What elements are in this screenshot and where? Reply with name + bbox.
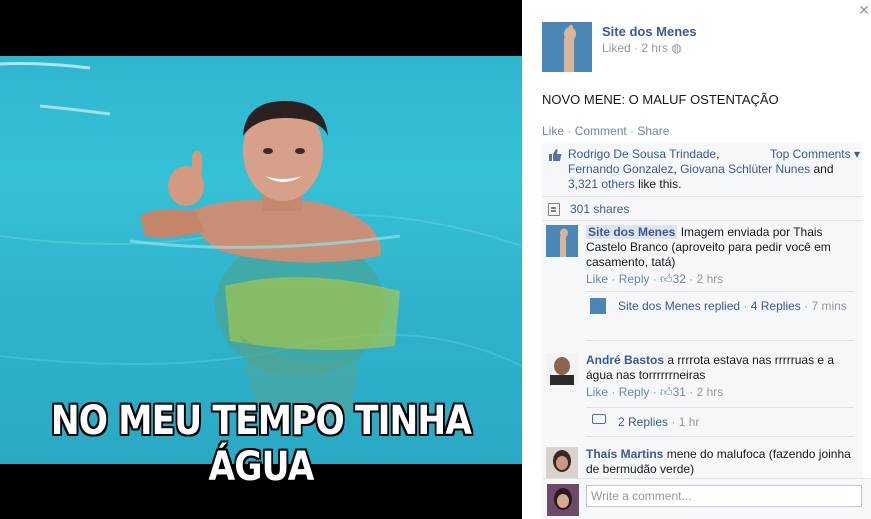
post-text: NOVO MENE: O MALUF OSTENTAÇÃO: [542, 92, 779, 107]
face-avatar-image: [547, 484, 579, 516]
reply-arrow-icon: [592, 414, 606, 424]
post-meta: Liked · 2 hrs ◍: [602, 41, 682, 55]
replies-preview[interactable]: 2 Replies · 1 hr: [586, 407, 854, 437]
post-actions: Like · Comment · Share: [542, 124, 669, 138]
like-thumb-icon: [549, 149, 562, 161]
comment-time[interactable]: 2 hrs: [697, 272, 724, 286]
page-avatar[interactable]: [542, 22, 592, 72]
thumb-up-avatar-image: [542, 22, 592, 72]
comment-author[interactable]: André Bastos: [586, 353, 664, 367]
photo-viewer[interactable]: NO MEU TEMPO TINHA ÁGUA: [0, 0, 522, 519]
sep: ·: [564, 124, 575, 138]
face-avatar-image: [546, 447, 578, 479]
comment-body: Thaís Martins mene do malufoca (fazendo …: [586, 447, 856, 477]
thumb-up-avatar-image: [546, 225, 578, 257]
sep: ·: [626, 124, 638, 138]
replies-time: 1 hr: [678, 415, 700, 429]
comment-like-button[interactable]: Like: [586, 385, 608, 399]
likes-summary: Top Comments ▾ Rodrigo De Sousa Trindade…: [542, 143, 862, 197]
shares-icon: [548, 203, 560, 216]
comment-body: Site dos Menes Imagem enviada por Thais …: [586, 225, 856, 287]
replies-preview[interactable]: Site dos Menes replied · 4 Replies · 7 m…: [586, 291, 854, 341]
likes-suffix: like this.: [638, 177, 682, 191]
comment: André Bastos a rrrrota estava nas rrrrru…: [542, 353, 862, 443]
post-panel: ✕ Site dos Menes Liked · 2 hrs ◍ NOVO ME…: [522, 0, 871, 519]
post-time[interactable]: 2 hrs: [641, 41, 668, 55]
others-link[interactable]: 3,321 others: [568, 177, 635, 191]
likes-and: and: [813, 162, 834, 176]
comment: Site dos Menes Imagem enviada por Thais …: [542, 225, 862, 341]
comment-reply-button[interactable]: Reply: [619, 272, 650, 286]
comment-time[interactable]: 2 hrs: [697, 385, 724, 399]
liker-link[interactable]: Giovana Schlüter Nunes: [680, 162, 810, 176]
comment-body: André Bastos a rrrrota estava nas rrrrru…: [586, 353, 856, 400]
comment-like-count[interactable]: 👍︎31: [660, 385, 686, 399]
comment-avatar[interactable]: [546, 353, 578, 385]
shares-row: 301 shares: [542, 199, 862, 221]
comment-like-button[interactable]: Like: [586, 272, 608, 286]
small-thumb-icon: 👍︎: [660, 272, 673, 286]
like-button[interactable]: Like: [542, 124, 564, 138]
reply-avatar: [590, 298, 606, 314]
replies-count[interactable]: 2 Replies: [618, 415, 668, 429]
comment-meta: Like · Reply · 👍︎31 · 2 hrs: [586, 385, 724, 399]
replies-text: Site dos Menes replied · 4 Replies · 7 m…: [618, 299, 847, 313]
liker-link[interactable]: Rodrigo De Sousa Trindade: [568, 147, 716, 161]
replies-summary[interactable]: Site dos Menes replied: [618, 299, 740, 313]
replies-text: 2 Replies · 1 hr: [618, 415, 700, 429]
globe-icon: ◍: [671, 41, 682, 55]
likes-text: Rodrigo De Sousa Trindade, Fernando Gonz…: [568, 147, 834, 191]
comment-avatar[interactable]: [546, 225, 578, 257]
face-avatar-image: [546, 353, 578, 385]
page-name[interactable]: Site dos Menes: [602, 24, 697, 39]
small-thumb-icon: 👍︎: [660, 385, 673, 399]
feedback-area: Top Comments ▾ Rodrigo De Sousa Trindade…: [542, 143, 862, 519]
shares-link[interactable]: 301 shares: [570, 202, 629, 216]
liker-link[interactable]: Fernando Gonzalez: [568, 162, 673, 176]
meme-caption: NO MEU TEMPO TINHA ÁGUA: [50, 398, 472, 490]
comment-meta: Like · Reply · 👍︎32 · 2 hrs: [586, 272, 724, 286]
comment-avatar[interactable]: [546, 447, 578, 479]
share-button[interactable]: Share: [637, 124, 669, 138]
liked-status[interactable]: Liked: [602, 41, 631, 55]
comment-button[interactable]: Comment: [575, 124, 627, 138]
comment-reply-button[interactable]: Reply: [619, 385, 650, 399]
replies-time: 7 mins: [811, 299, 847, 313]
comment-composer: [542, 478, 871, 519]
comment-author[interactable]: Thaís Martins: [586, 447, 663, 461]
comment-input[interactable]: [586, 485, 862, 507]
comment-like-count[interactable]: 👍︎32: [660, 272, 686, 286]
comment-author[interactable]: Site dos Menes: [586, 225, 678, 239]
my-avatar: [547, 484, 579, 516]
close-icon[interactable]: ✕: [857, 2, 871, 19]
replies-count[interactable]: 4 Replies: [751, 299, 801, 313]
